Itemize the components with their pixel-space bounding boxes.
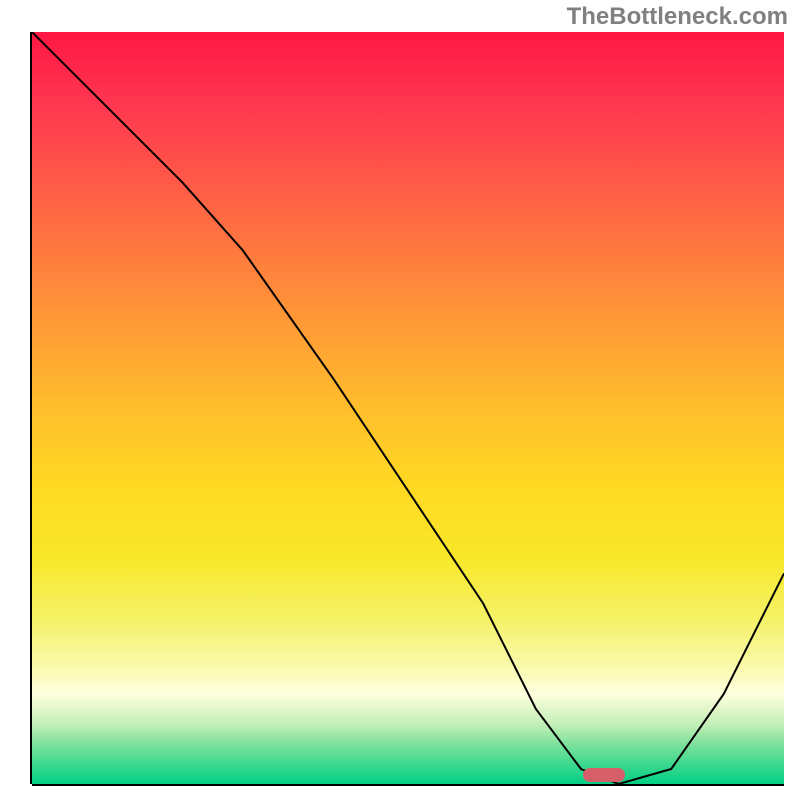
x-axis (32, 784, 784, 786)
chart-container: TheBottleneck.com (0, 0, 800, 800)
bottleneck-curve (32, 32, 784, 784)
plot-area (32, 32, 784, 784)
y-axis (30, 32, 32, 784)
watermark-text: TheBottleneck.com (567, 3, 788, 31)
optimal-marker (583, 768, 625, 782)
